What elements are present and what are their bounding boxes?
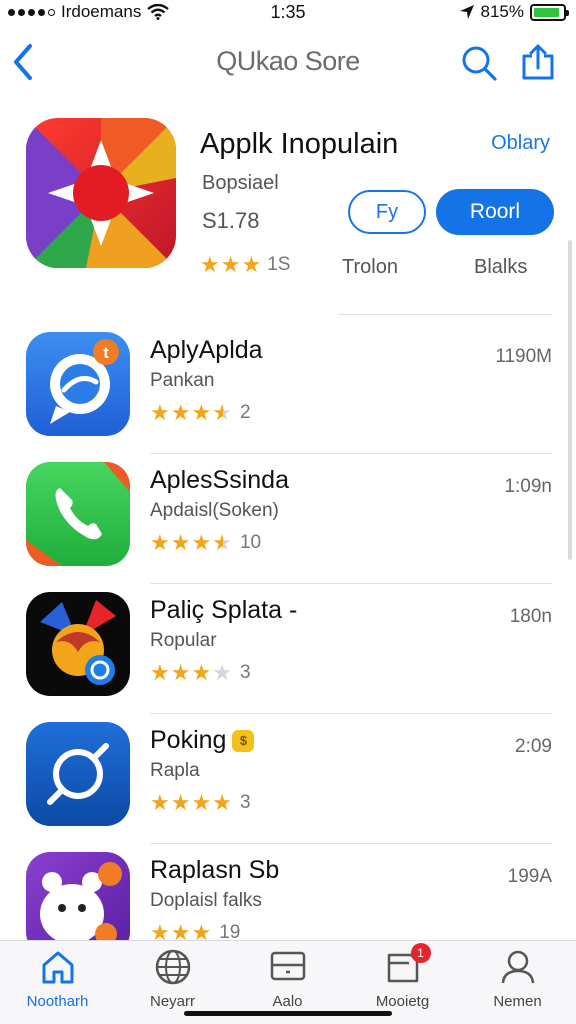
share-icon[interactable] xyxy=(518,42,558,82)
home-icon xyxy=(38,947,78,987)
featured-meta-2: Blalks xyxy=(474,256,528,278)
status-right: 815% xyxy=(459,2,569,22)
app-title: Poking $ xyxy=(150,726,255,755)
star-rating: ★ ★ ★ ★ xyxy=(150,532,232,554)
star-icon: ★ xyxy=(220,252,241,277)
rating-count: 1S xyxy=(267,254,291,275)
app-size: 180n xyxy=(509,606,552,627)
tab-home[interactable]: Nootharh xyxy=(0,947,115,1010)
tab-globe[interactable]: Neyarr xyxy=(115,947,230,1010)
rating-count: 3 xyxy=(239,792,251,813)
star-rating: ★ ★ ★ ★ xyxy=(150,402,232,424)
star-icon: ★ xyxy=(150,530,170,555)
divider xyxy=(150,713,552,714)
divider xyxy=(338,314,552,315)
featured-rating: ★ ★ ★ 1S xyxy=(200,254,290,276)
star-icon: ★ xyxy=(150,790,170,815)
app-list-item[interactable]: Poking $ Rapla ★ ★ ★ ★ 3 2:09 xyxy=(0,722,576,850)
star-icon: ★ xyxy=(150,400,170,425)
app-title: AplesSsinda xyxy=(150,466,289,494)
app-subtitle: Rapla xyxy=(150,760,200,781)
app-list-item[interactable]: Paliç Splata - Ropular ★ ★ ★ ★ 3 180n xyxy=(0,592,576,720)
compass-app-icon[interactable] xyxy=(26,722,130,826)
star-icon: ★ xyxy=(212,790,232,815)
globe-icon xyxy=(153,947,193,987)
rating-count: 2 xyxy=(239,402,251,423)
phone-app-icon[interactable] xyxy=(26,462,130,566)
svg-text:t: t xyxy=(103,345,109,362)
app-size: 2:09 xyxy=(515,736,552,757)
star-icon: ★ xyxy=(191,790,212,815)
star-rating: ★ ★ ★ xyxy=(200,254,261,276)
star-icon: ★ xyxy=(150,660,170,685)
featured-app-icon[interactable] xyxy=(26,118,176,268)
app-subtitle: Ropular xyxy=(150,630,217,651)
tab-window[interactable]: Aalo xyxy=(230,947,345,1010)
tab-inbox[interactable]: 1 Mooietg xyxy=(345,943,460,1010)
featured-meta-1: Trolon xyxy=(342,256,398,278)
coin-badge-icon: $ xyxy=(232,729,255,752)
star-icon: ★ xyxy=(212,660,232,685)
navigation-bar: QUkao Sore xyxy=(0,26,576,96)
app-title: Raplasn Sb xyxy=(150,856,280,884)
star-icon: ★ xyxy=(170,530,191,555)
battery-icon xyxy=(530,3,569,21)
app-size: 1190M xyxy=(495,346,552,367)
get-button[interactable]: Roorl xyxy=(436,189,554,235)
tab-label: Neyarr xyxy=(149,993,195,1010)
try-button[interactable]: Fy xyxy=(348,190,426,234)
featured-link[interactable]: Oblary xyxy=(491,132,550,155)
app-size: 199A xyxy=(507,866,552,887)
star-icon: ★ xyxy=(241,252,262,277)
tab-profile[interactable]: Nemen xyxy=(460,947,575,1010)
star-icon: ★ xyxy=(170,660,191,685)
rating-count: 3 xyxy=(239,662,251,683)
app-title: Paliç Splata - xyxy=(150,596,298,624)
app-subtitle: Apdaisl(Soken) xyxy=(150,500,279,521)
app-size: 1:09n xyxy=(504,476,552,497)
app-subtitle: Pankan xyxy=(150,370,215,391)
app-rating: ★ ★ ★ ★ 2 xyxy=(150,402,251,424)
search-icon[interactable] xyxy=(460,44,498,82)
divider xyxy=(150,583,552,584)
star-icon: ★ xyxy=(170,790,191,815)
app-subtitle: Doplaisl falks xyxy=(150,890,262,911)
rating-count: 10 xyxy=(239,532,262,553)
star-icon: ★ xyxy=(170,400,191,425)
app-list-item[interactable]: t AplyAplda Pankan ★ ★ ★ ★ 2 1190M xyxy=(0,332,576,460)
app-list-item[interactable]: AplesSsinda Apdaisl(Soken) ★ ★ ★ ★ 10 1:09n xyxy=(0,462,576,590)
status-bar: Irdoemans 1:35 815% xyxy=(0,0,576,26)
star-rating: ★ ★ ★ ★ xyxy=(150,792,232,814)
window-icon xyxy=(268,947,308,987)
featured-app-subtitle: Bopsiael xyxy=(202,172,279,194)
star-icon: ★ xyxy=(191,660,212,685)
tab-label: Aalo xyxy=(272,993,303,1010)
app-title: AplyAplda xyxy=(150,336,263,364)
app-rating: ★ ★ ★ ★ 3 xyxy=(150,792,251,814)
tab-label: Nootharh xyxy=(26,993,89,1010)
home-indicator xyxy=(184,1011,392,1016)
tab-bar: Nootharh Neyarr Aalo 1 Mooietg Nemen xyxy=(0,940,576,1024)
star-icon: ★ xyxy=(200,252,220,277)
featured-app-title[interactable]: Applk Inopulain xyxy=(200,128,398,161)
tab-label: Nemen xyxy=(493,993,542,1010)
star-rating: ★ ★ ★ ★ xyxy=(150,662,232,684)
star-icon: ★ xyxy=(212,530,232,555)
profile-icon xyxy=(498,947,538,987)
star-icon: ★ xyxy=(191,400,212,425)
location-arrow-icon xyxy=(459,5,474,19)
featured-app-price: S1.78 xyxy=(202,208,260,233)
app-rating: ★ ★ ★ ★ 10 xyxy=(150,532,261,554)
messenger-app-icon[interactable]: t xyxy=(26,332,130,436)
divider xyxy=(150,843,552,844)
fox-app-icon[interactable] xyxy=(26,592,130,696)
star-icon: ★ xyxy=(212,400,232,425)
tab-label: Mooietg xyxy=(375,993,430,1010)
inbox-icon: 1 xyxy=(383,943,431,987)
divider xyxy=(150,453,552,454)
notification-badge: 1 xyxy=(410,943,431,963)
app-rating: ★ ★ ★ ★ 3 xyxy=(150,662,251,684)
battery-percent: 815% xyxy=(480,2,524,21)
star-icon: ★ xyxy=(191,530,212,555)
